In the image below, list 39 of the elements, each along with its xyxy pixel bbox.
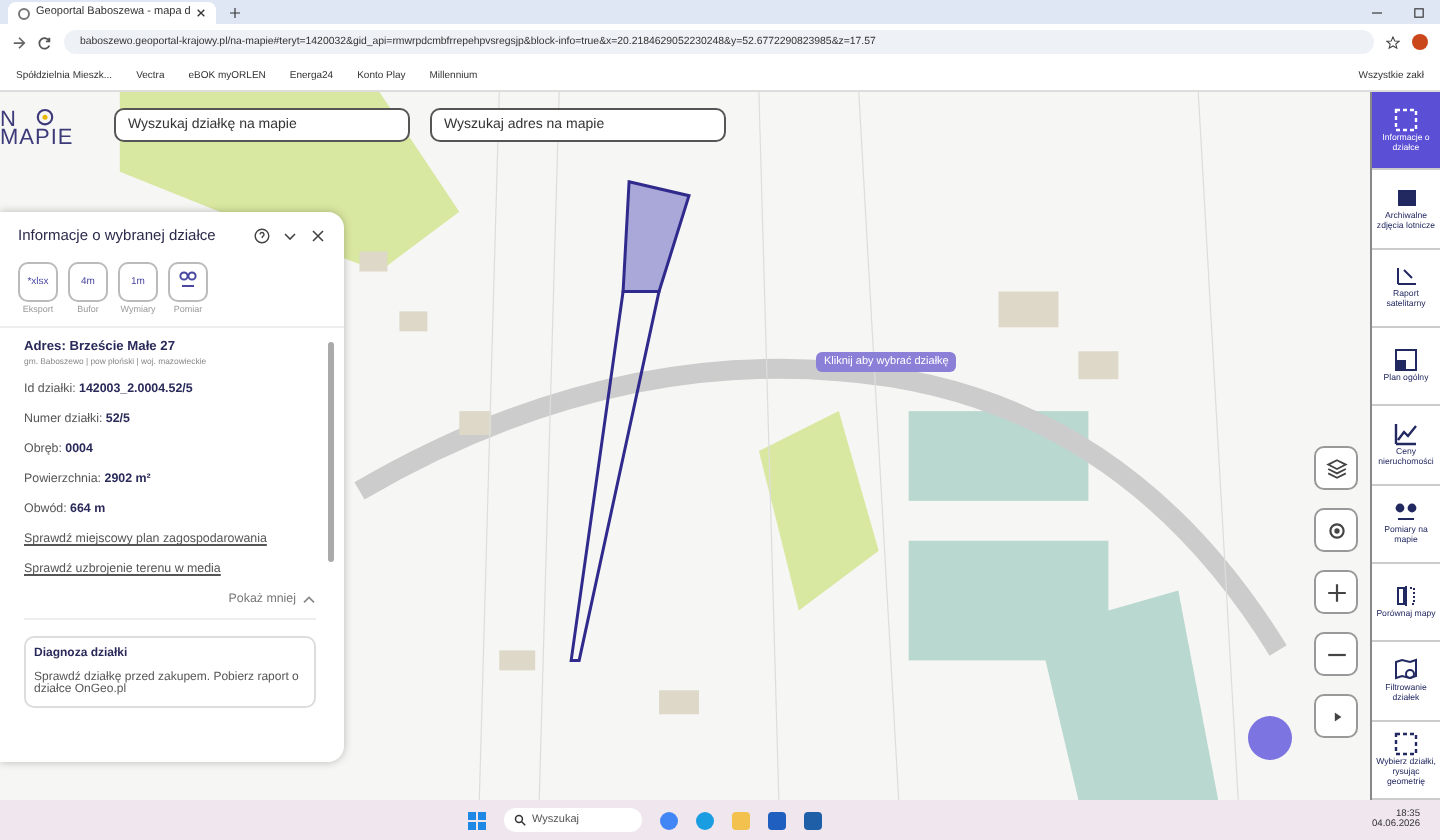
restore-icon[interactable] [1414, 7, 1424, 17]
picture-icon [1394, 186, 1418, 211]
dashed-square-icon [1394, 107, 1418, 132]
pins-button[interactable] [168, 262, 208, 302]
chevron-up-icon[interactable] [302, 594, 316, 604]
target-icon [1325, 519, 1347, 541]
forward-arrow-icon[interactable] [12, 35, 26, 49]
dashed-square-icon [1394, 731, 1418, 756]
close-icon[interactable] [196, 8, 207, 18]
pins-icon [1394, 500, 1418, 525]
search-icon [514, 814, 526, 826]
logo-text: MAPIE [0, 126, 74, 150]
star-icon[interactable] [1386, 35, 1400, 49]
layers-icon [1325, 457, 1347, 479]
line-chart-icon [1394, 422, 1418, 447]
split-icon [1394, 584, 1418, 609]
pin-icon [36, 108, 55, 130]
play-button[interactable] [1314, 694, 1358, 738]
chevron-down-icon[interactable] [282, 227, 298, 243]
help-icon[interactable] [254, 227, 270, 243]
map-search-icon [1394, 658, 1418, 683]
scrollbar[interactable] [328, 342, 334, 562]
satellite-icon [1394, 264, 1418, 289]
zoom-out-button[interactable] [1314, 632, 1358, 676]
plus-icon [1325, 581, 1347, 603]
globe-icon [18, 7, 30, 19]
minimize-icon[interactable] [1372, 7, 1382, 17]
app-icon[interactable] [768, 811, 786, 829]
zoom-in-button[interactable] [1314, 570, 1358, 614]
layers-button[interactable] [1314, 446, 1358, 490]
avatar-icon[interactable] [1412, 34, 1428, 50]
windows-icon[interactable] [468, 811, 486, 829]
plan-icon [1394, 348, 1418, 373]
store-icon[interactable] [804, 811, 822, 829]
pins-icon [178, 270, 198, 290]
locate-button[interactable] [1314, 508, 1358, 552]
new-tab-icon[interactable] [230, 8, 241, 18]
close-icon[interactable] [310, 227, 326, 243]
reload-icon[interactable] [38, 35, 52, 49]
